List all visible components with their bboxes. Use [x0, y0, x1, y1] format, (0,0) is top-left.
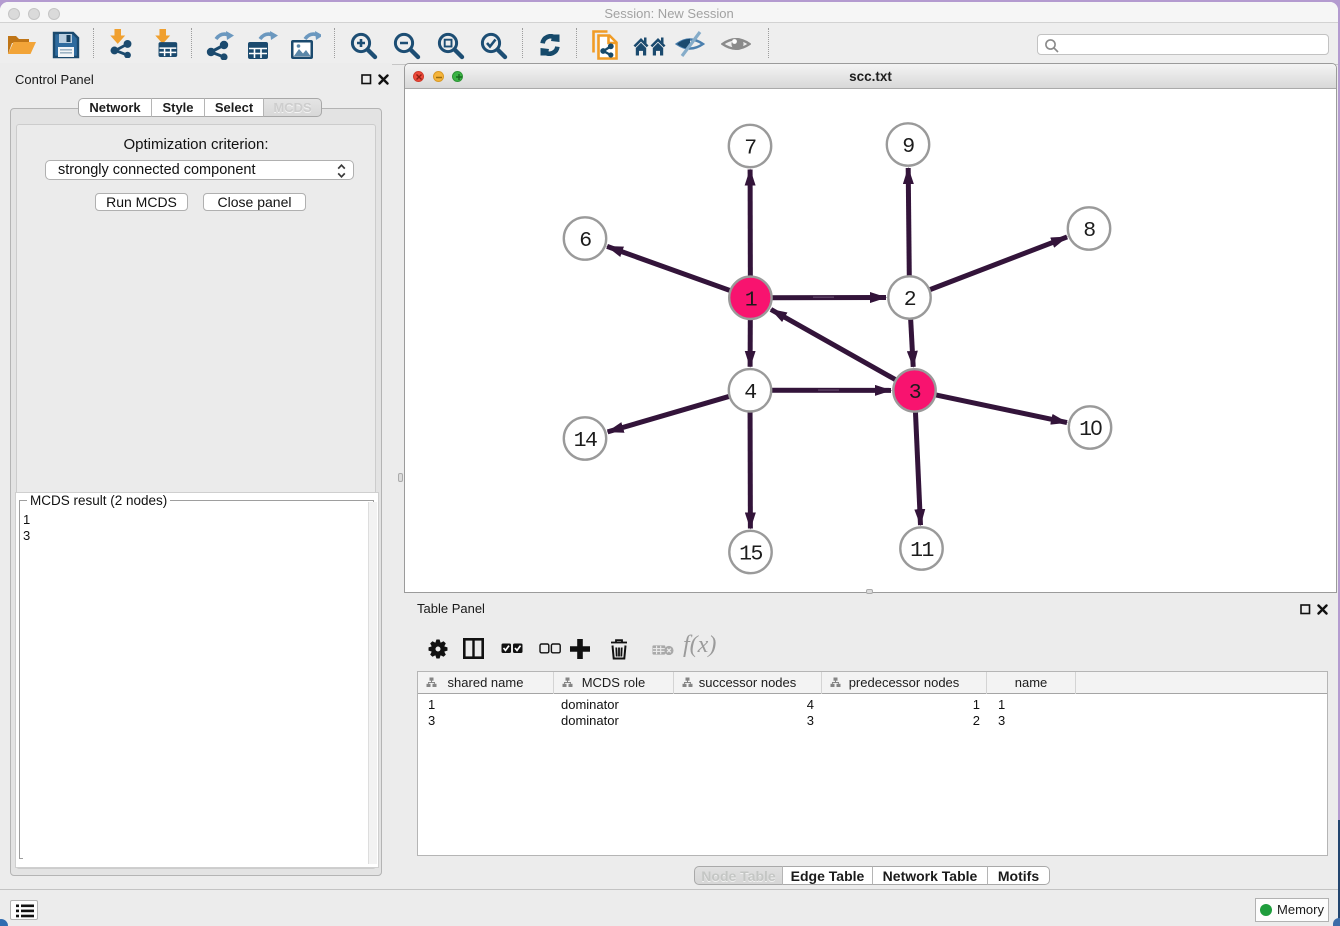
- svg-text:8: 8: [1083, 219, 1095, 243]
- svg-text:11: 11: [910, 539, 933, 563]
- svg-text:3: 3: [909, 381, 921, 405]
- svg-text:7: 7: [744, 137, 756, 161]
- svg-text:14: 14: [574, 429, 597, 453]
- svg-text:1: 1: [745, 288, 757, 312]
- svg-text:9: 9: [902, 135, 914, 159]
- svg-text:2: 2: [904, 288, 916, 312]
- svg-text:15: 15: [739, 543, 762, 567]
- svg-text:6: 6: [579, 229, 591, 253]
- svg-text:10: 10: [1079, 416, 1102, 442]
- svg-text:4: 4: [744, 381, 756, 405]
